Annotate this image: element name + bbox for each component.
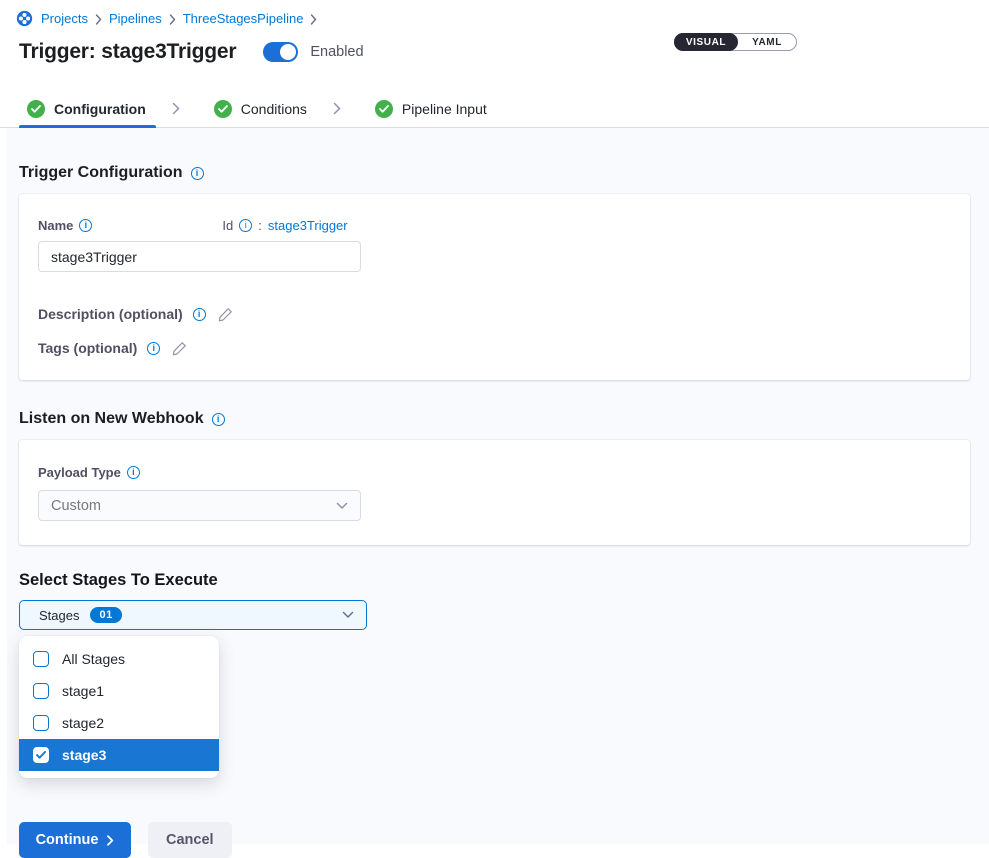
section-title: Select Stages To Execute bbox=[19, 571, 218, 590]
breadcrumb-link-pipeline-name[interactable]: ThreeStagesPipeline bbox=[183, 11, 304, 26]
chevron-down-icon bbox=[342, 611, 354, 619]
stages-dropdown-panel: All Stages stage1 stage2 stage3 bbox=[19, 636, 219, 778]
info-icon[interactable]: i bbox=[191, 167, 204, 180]
continue-button[interactable]: Continue bbox=[19, 822, 131, 858]
check-circle-icon bbox=[214, 100, 232, 118]
checkbox-unchecked[interactable] bbox=[33, 683, 49, 699]
id-label: Id bbox=[222, 218, 233, 233]
edit-pencil-icon[interactable] bbox=[218, 307, 233, 322]
stage-option-stage3[interactable]: stage3 bbox=[19, 739, 219, 771]
breadcrumb-link-projects[interactable]: Projects bbox=[41, 11, 88, 26]
info-icon[interactable]: i bbox=[212, 413, 225, 426]
stage-option-stage1[interactable]: stage1 bbox=[19, 675, 219, 707]
chevron-right-icon bbox=[95, 14, 102, 25]
project-logo-icon bbox=[16, 10, 33, 27]
stage-option-stage2[interactable]: stage2 bbox=[19, 707, 219, 739]
cancel-button[interactable]: Cancel bbox=[148, 822, 232, 858]
selected-count-badge: 01 bbox=[90, 607, 121, 623]
info-icon[interactable]: i bbox=[193, 308, 206, 321]
toggle-knob bbox=[280, 44, 296, 60]
check-circle-icon bbox=[27, 100, 45, 118]
chevron-right-icon bbox=[169, 14, 176, 25]
stage-option-all-stages[interactable]: All Stages bbox=[19, 643, 219, 675]
tags-label: Tags (optional) bbox=[38, 340, 137, 356]
checkbox-unchecked[interactable] bbox=[33, 651, 49, 667]
enabled-label: Enabled bbox=[310, 44, 363, 60]
info-icon[interactable]: i bbox=[239, 219, 252, 232]
trigger-configuration-card: Name i Id i : stage3Trigger Description … bbox=[19, 194, 970, 380]
id-separator: : bbox=[258, 218, 262, 233]
info-icon[interactable]: i bbox=[79, 219, 92, 232]
chevron-right-icon bbox=[310, 14, 317, 25]
continue-label: Continue bbox=[36, 832, 99, 848]
stage-option-label: All Stages bbox=[62, 651, 125, 667]
page-header: Projects Pipelines ThreeStagesPipeline T… bbox=[0, 0, 989, 90]
enabled-toggle[interactable] bbox=[263, 42, 298, 62]
payload-type-value: Custom bbox=[51, 498, 101, 514]
page-title: Trigger: stage3Trigger bbox=[19, 40, 236, 64]
info-icon[interactable]: i bbox=[127, 466, 140, 479]
chevron-down-icon bbox=[336, 502, 348, 510]
id-value[interactable]: stage3Trigger bbox=[268, 218, 348, 233]
stage-option-label: stage3 bbox=[62, 747, 106, 763]
breadcrumb-link-pipelines[interactable]: Pipelines bbox=[109, 11, 162, 26]
name-label: Name i bbox=[38, 218, 92, 233]
trigger-name-input[interactable] bbox=[38, 241, 361, 272]
check-circle-icon bbox=[375, 100, 393, 118]
section-title: Listen on New Webhook bbox=[19, 410, 204, 428]
description-label: Description (optional) bbox=[38, 306, 183, 322]
stages-multiselect[interactable]: Stages 01 bbox=[19, 600, 367, 630]
webhook-heading: Listen on New Webhook i bbox=[19, 410, 989, 428]
payload-type-select[interactable]: Custom bbox=[38, 490, 361, 521]
select-stages-heading: Select Stages To Execute bbox=[19, 571, 989, 590]
visual-yaml-switch: VISUAL YAML bbox=[674, 33, 797, 51]
yaml-view-button[interactable]: YAML bbox=[738, 34, 796, 50]
tab-configuration[interactable]: Configuration bbox=[19, 90, 156, 127]
chevron-right-icon bbox=[172, 102, 180, 115]
tags-row: Tags (optional) i bbox=[38, 340, 951, 356]
main-content: Trigger Configuration i Name i Id i : st… bbox=[7, 128, 989, 844]
visual-view-button[interactable]: VISUAL bbox=[674, 33, 738, 51]
breadcrumb: Projects Pipelines ThreeStagesPipeline bbox=[16, 10, 973, 27]
trigger-configuration-heading: Trigger Configuration i bbox=[19, 164, 989, 182]
wizard-tabbar: Configuration Conditions Pipeline Input bbox=[0, 90, 989, 128]
tab-label: Configuration bbox=[54, 101, 146, 117]
tab-pipeline-input[interactable]: Pipeline Input bbox=[367, 90, 497, 127]
webhook-card: Payload Type i Custom bbox=[19, 440, 970, 545]
edit-pencil-icon[interactable] bbox=[172, 341, 187, 356]
checkbox-checked[interactable] bbox=[33, 747, 49, 763]
id-display: Id i : stage3Trigger bbox=[222, 218, 347, 233]
chevron-right-icon bbox=[333, 102, 341, 115]
tab-conditions[interactable]: Conditions bbox=[206, 90, 317, 127]
tab-label: Pipeline Input bbox=[402, 101, 487, 117]
wizard-footer: Continue Cancel bbox=[19, 822, 989, 858]
stage-option-label: stage2 bbox=[62, 715, 104, 731]
checkbox-unchecked[interactable] bbox=[33, 715, 49, 731]
stage-option-label: stage1 bbox=[62, 683, 104, 699]
payload-type-label: Payload Type i bbox=[38, 465, 140, 480]
info-icon[interactable]: i bbox=[147, 342, 160, 355]
description-row: Description (optional) i bbox=[38, 306, 951, 322]
section-title: Trigger Configuration bbox=[19, 164, 183, 182]
tab-label: Conditions bbox=[241, 101, 307, 117]
stages-label: Stages bbox=[39, 608, 79, 623]
